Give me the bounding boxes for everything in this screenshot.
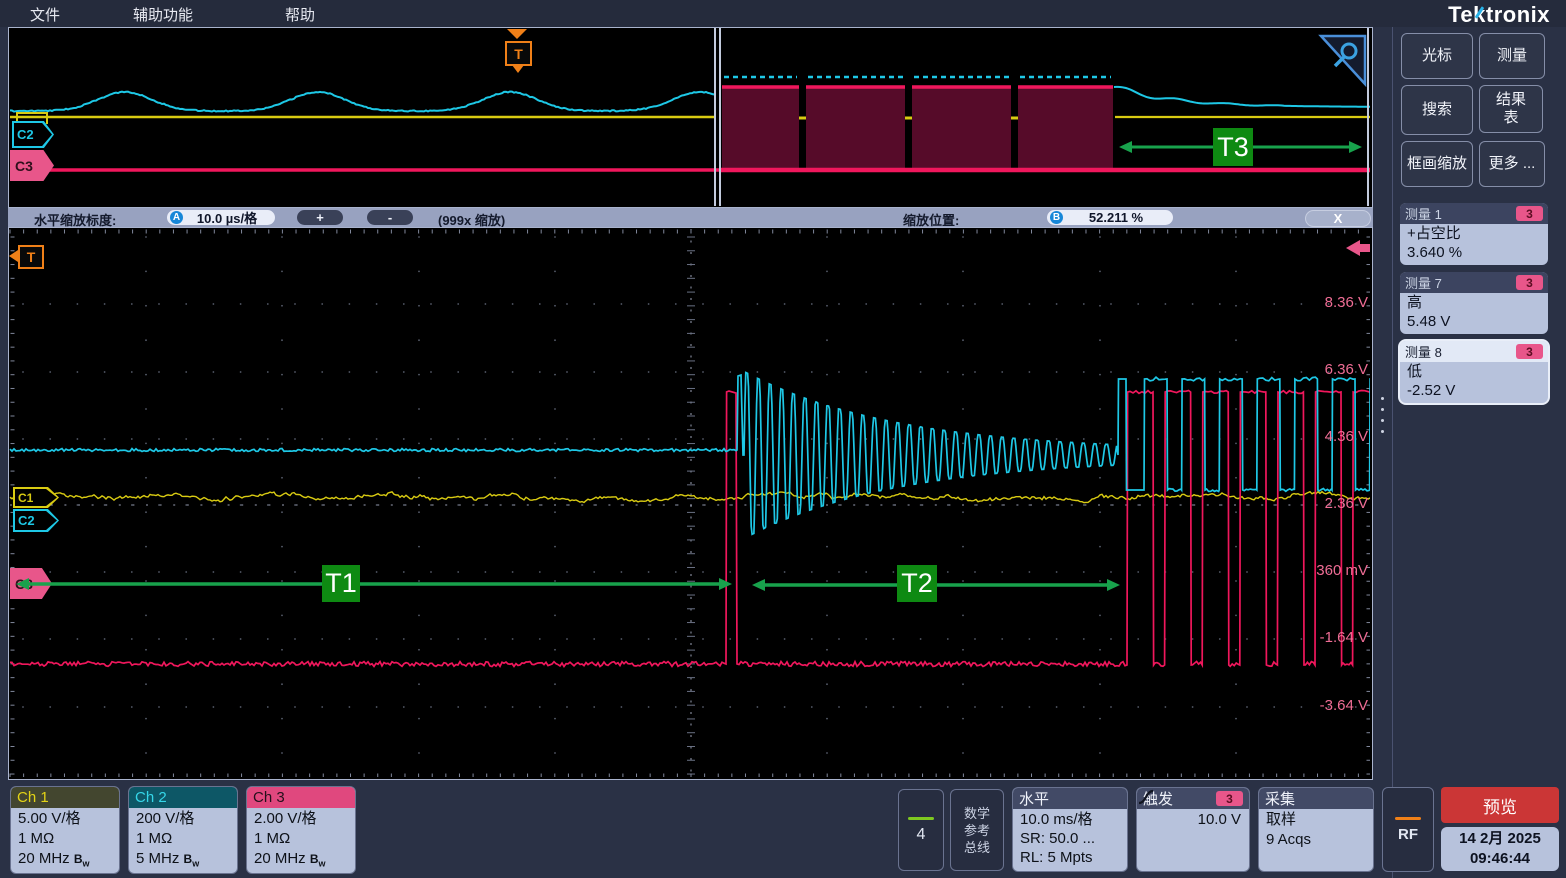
tektronix-logo: Tektronix bbox=[1448, 2, 1550, 28]
trigger-position-icon[interactable] bbox=[507, 29, 527, 39]
preview-status-button[interactable]: 预览 bbox=[1441, 787, 1559, 823]
measurement-badge-7[interactable]: 测量 7 3 高 5.48 V bbox=[1400, 272, 1548, 334]
measurement-badge-1[interactable]: 测量 1 3 +占空比 3.640 % bbox=[1400, 203, 1548, 265]
zoom-window-left-edge2[interactable] bbox=[719, 28, 721, 206]
main-c1-tag[interactable]: C1 bbox=[13, 487, 59, 508]
overview-trigger-flag[interactable]: T bbox=[505, 41, 532, 66]
source-badge: 3 bbox=[1516, 275, 1543, 290]
results-table-button[interactable]: 结果表 bbox=[1479, 85, 1543, 133]
channel-color-bar bbox=[908, 817, 934, 820]
oscilloscope-app: 文件 辅助功能 帮助 Tektronix C2 C3 T T3 水平缩放标度: … bbox=[0, 0, 1566, 878]
knob-a-icon: A bbox=[170, 211, 183, 224]
menu-utility[interactable]: 辅助功能 bbox=[133, 4, 193, 25]
main-c3-tag[interactable]: C3 bbox=[10, 568, 52, 599]
vscale-label: -1.64 V bbox=[1320, 629, 1368, 646]
annotation-t3-label: T3 bbox=[1213, 128, 1253, 166]
channel-2-badge[interactable]: Ch 2 200 V/格 1 MΩ 5 MHz Bw bbox=[128, 786, 238, 874]
zoom-close-button[interactable]: X bbox=[1305, 210, 1371, 227]
search-button[interactable]: 搜索 bbox=[1401, 85, 1473, 135]
zoom-position-arrow-tail bbox=[1359, 244, 1370, 252]
vscale-label: 6.36 V bbox=[1325, 361, 1368, 378]
source-badge: 3 bbox=[1516, 344, 1543, 359]
annotation-t1-label: T1 bbox=[322, 565, 360, 602]
overview-traces bbox=[9, 28, 1370, 205]
measure-button[interactable]: 测量 bbox=[1479, 33, 1545, 79]
zoom-out-button[interactable]: - bbox=[367, 210, 413, 225]
annotation-t2-label: T2 bbox=[897, 565, 937, 602]
main-traces bbox=[9, 228, 1370, 777]
zoom-position-arrow-icon[interactable] bbox=[1346, 240, 1360, 256]
overview-c3-tag[interactable]: C3 bbox=[10, 150, 54, 181]
cursors-button[interactable]: 光标 bbox=[1401, 33, 1473, 79]
draw-a-box-zoom-button[interactable]: 框画缩放 bbox=[1401, 141, 1473, 187]
panel-drag-grip[interactable] bbox=[1379, 397, 1387, 439]
acquisition-badge[interactable]: 采集 取样 9 Acqs bbox=[1258, 787, 1374, 872]
main-trigger-arrow-icon bbox=[9, 250, 18, 262]
zoom-scale-value[interactable]: A 10.0 µs/格 bbox=[167, 210, 275, 225]
rf-color-bar bbox=[1395, 817, 1421, 820]
knob-b-icon: B bbox=[1050, 211, 1063, 224]
more-button[interactable]: 更多 ... bbox=[1479, 141, 1545, 187]
main-trigger-flag[interactable]: T bbox=[18, 245, 44, 269]
main-waveform-area bbox=[8, 227, 1373, 780]
main-c2-tag[interactable]: C2 bbox=[13, 509, 59, 532]
vscale-label: 4.36 V bbox=[1325, 428, 1368, 445]
zoom-control-bar: 水平缩放标度: A 10.0 µs/格 + - (999x 缩放) 缩放位置: … bbox=[8, 208, 1373, 227]
zoom-overview-icon[interactable] bbox=[1318, 33, 1368, 87]
trigger-flag-notch-icon bbox=[512, 65, 524, 73]
datetime-display: 14 2月 2025 09:46:44 bbox=[1441, 827, 1559, 871]
zoom-position-value[interactable]: B 52.211 % bbox=[1047, 210, 1173, 225]
menu-file[interactable]: 文件 bbox=[30, 4, 60, 25]
math-4-badge[interactable]: 4 bbox=[898, 789, 944, 871]
vscale-label: -3.64 V bbox=[1320, 697, 1368, 714]
vscale-label: 2.36 V bbox=[1325, 495, 1368, 512]
zoom-in-button[interactable]: + bbox=[297, 210, 343, 225]
channel-1-badge[interactable]: Ch 1 5.00 V/格 1 MΩ 20 MHz Bw bbox=[10, 786, 120, 874]
source-badge: 3 bbox=[1516, 206, 1543, 221]
math-ref-bus-button[interactable]: 数学 参考 总线 bbox=[950, 789, 1004, 871]
menu-bar: 文件 辅助功能 帮助 bbox=[0, 0, 1566, 27]
measurement-badge-8[interactable]: 测量 8 3 低 -2.52 V bbox=[1400, 341, 1548, 403]
rising-edge-icon bbox=[1137, 788, 1159, 806]
menu-help[interactable]: 帮助 bbox=[285, 4, 315, 25]
horizontal-badge[interactable]: 水平 10.0 ms/格 SR: 50.0 ... RL: 5 Mpts bbox=[1012, 787, 1128, 872]
vscale-label: 8.36 V bbox=[1325, 294, 1368, 311]
zoom-window-left-edge[interactable] bbox=[714, 28, 716, 206]
trigger-badge[interactable]: 触发 3 10.0 V bbox=[1136, 787, 1250, 872]
overview-waveform-area bbox=[8, 27, 1373, 208]
channel-3-badge[interactable]: Ch 3 2.00 V/格 1 MΩ 20 MHz Bw bbox=[246, 786, 356, 874]
sidebar: 光标 测量 搜索 结果表 框画缩放 更多 ... 测量 1 3 +占空比 3.6… bbox=[1392, 27, 1566, 878]
rf-badge[interactable]: RF bbox=[1382, 787, 1434, 872]
overview-c2-tag[interactable]: C2 bbox=[12, 121, 54, 148]
trigger-source-badge: 3 bbox=[1216, 791, 1243, 806]
vscale-label: 360 mV bbox=[1316, 562, 1368, 579]
